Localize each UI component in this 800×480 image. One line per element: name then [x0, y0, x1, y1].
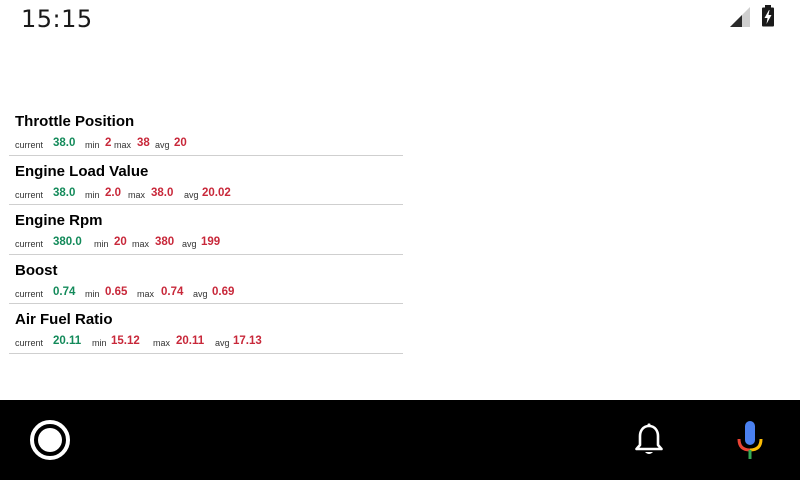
avg-label: avg	[193, 288, 208, 299]
metric-name: Engine Rpm	[15, 212, 103, 230]
metric-name: Engine Load Value	[15, 162, 149, 180]
metric-stats-row: current 38.0 min 2.0 max 38.0 avg 20.02	[15, 187, 405, 201]
status-clock: 15:15	[21, 5, 93, 33]
battery-charging-icon	[762, 5, 774, 27]
avg-label: avg	[155, 140, 170, 150]
min-label: min	[85, 140, 100, 150]
min-label: min	[92, 338, 107, 349]
cell-signal-icon	[730, 7, 750, 27]
max-value: 38	[137, 137, 150, 149]
current-label: current	[15, 140, 44, 150]
min-value: 0.65	[105, 285, 128, 298]
current-value: 0.74	[53, 285, 76, 298]
metric-stats-row: current 0.74 min 0.65 max 0.74 avg 0.69	[15, 286, 405, 300]
max-label: max	[153, 338, 171, 349]
current-value: 38.0	[53, 186, 76, 199]
status-bar: 15:15	[0, 0, 800, 36]
metric-name: Throttle Position	[15, 113, 135, 130]
max-label: max	[132, 239, 150, 250]
bell-icon[interactable]	[632, 422, 666, 458]
metric-stats-row: current 380.0 min 20 max 380 avg 199	[15, 236, 405, 250]
metric-item-throttle-position[interactable]: Throttle Position current 38.0 min 2 max…	[9, 106, 403, 156]
home-button-center	[38, 428, 62, 452]
metric-list: Throttle Position current 38.0 min 2 max…	[9, 106, 403, 354]
current-label: current	[15, 338, 44, 349]
avg-label: avg	[182, 239, 197, 250]
metric-stats-row: current 38.0 min 2 max 38 avg 20	[15, 137, 405, 151]
min-value: 2.0	[105, 186, 121, 199]
min-label: min	[94, 239, 109, 250]
avg-label: avg	[184, 189, 199, 200]
max-value: 0.74	[161, 285, 184, 298]
max-label: max	[114, 140, 132, 150]
max-value: 20.11	[176, 335, 205, 348]
nav-bar	[0, 400, 800, 480]
metric-item-air-fuel-ratio[interactable]: Air Fuel Ratio current 20.11 min 15.12 m…	[9, 304, 403, 354]
min-value: 20	[114, 236, 127, 249]
avg-label: avg	[215, 338, 230, 349]
current-value: 380.0	[53, 236, 82, 249]
metric-item-engine-rpm[interactable]: Engine Rpm current 380.0 min 20 max 380 …	[9, 205, 403, 255]
home-circle-icon[interactable]	[30, 420, 70, 460]
avg-value: 0.69	[212, 285, 235, 298]
current-label: current	[15, 239, 44, 250]
current-value: 20.11	[53, 335, 82, 348]
current-label: current	[15, 288, 44, 299]
microphone-icon[interactable]	[734, 420, 766, 460]
max-label: max	[128, 189, 146, 200]
min-value: 15.12	[111, 335, 140, 348]
metric-stats-row: current 20.11 min 15.12 max 20.11 avg 17…	[15, 335, 405, 349]
max-value: 380	[155, 236, 175, 249]
avg-value: 20	[174, 137, 187, 149]
min-label: min	[85, 288, 100, 299]
avg-value: 20.02	[202, 186, 231, 199]
max-value: 38.0	[151, 186, 174, 199]
metric-name: Boost	[15, 261, 58, 279]
metric-item-engine-load-value[interactable]: Engine Load Value current 38.0 min 2.0 m…	[9, 156, 403, 206]
max-label: max	[137, 288, 155, 299]
metric-item-boost[interactable]: Boost current 0.74 min 0.65 max 0.74 avg…	[9, 255, 403, 305]
min-value: 2	[105, 137, 112, 149]
min-label: min	[85, 189, 100, 200]
current-label: current	[15, 189, 44, 200]
current-value: 38.0	[53, 137, 76, 149]
avg-value: 199	[201, 236, 221, 249]
avg-value: 17.13	[233, 335, 262, 348]
metric-name: Air Fuel Ratio	[15, 311, 113, 329]
